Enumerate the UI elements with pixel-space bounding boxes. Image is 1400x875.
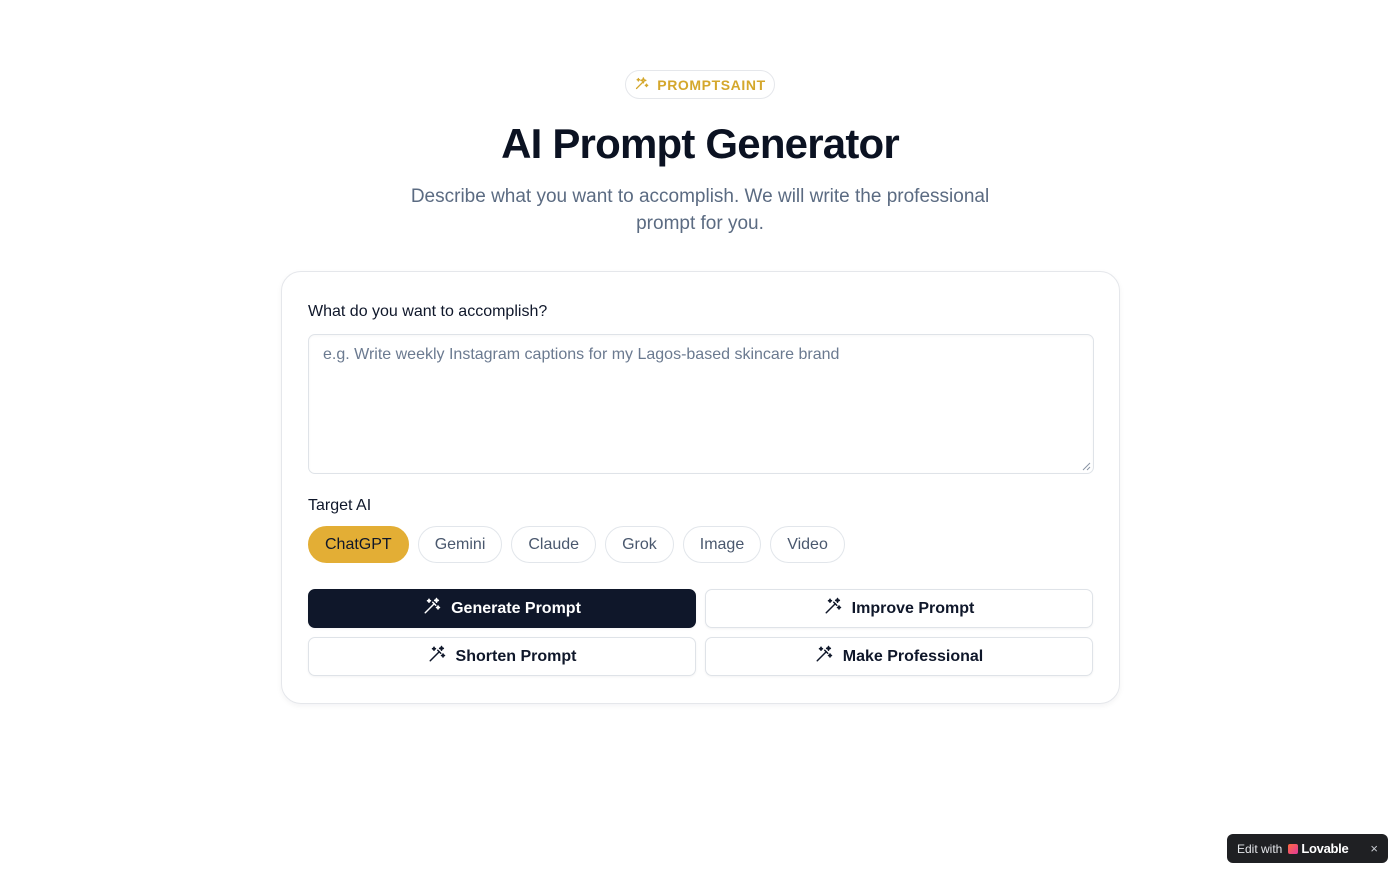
brand-badge-label: PROMPTSAINT	[657, 76, 766, 93]
magic-wand-icon	[423, 597, 441, 620]
brand-badge: PROMPTSAINT	[625, 70, 775, 99]
magic-wand-icon	[815, 645, 833, 668]
shorten-prompt-button[interactable]: Shorten Prompt	[308, 637, 696, 676]
page: PROMPTSAINT AI Prompt Generator Describe…	[0, 0, 1400, 875]
lovable-prefix: Edit with	[1237, 841, 1283, 856]
improve-prompt-button[interactable]: Improve Prompt	[705, 589, 1093, 628]
target-image-chip[interactable]: Image	[682, 526, 762, 563]
magic-wand-icon	[824, 597, 842, 620]
edit-with-lovable-badge[interactable]: Edit with Lovable ×	[1227, 834, 1388, 863]
resize-handle-icon[interactable]	[1081, 461, 1091, 471]
target-grok-chip[interactable]: Grok	[605, 526, 674, 563]
make-professional-label: Make Professional	[842, 647, 984, 665]
lovable-logo-icon	[1288, 843, 1299, 854]
target-claude-chip[interactable]: Claude	[511, 526, 597, 563]
target-ai-options: ChatGPT Gemini Claude Grok Image Video	[308, 526, 845, 563]
improve-prompt-label: Improve Prompt	[851, 599, 975, 617]
lovable-brand-label: Lovable	[1301, 841, 1349, 856]
target-ai-label: Target AI	[308, 497, 372, 514]
goal-label: What do you want to accomplish?	[308, 303, 548, 320]
make-professional-button[interactable]: Make Professional	[705, 637, 1093, 676]
lovable-brand: Lovable	[1288, 841, 1349, 856]
page-subtitle: Describe what you want to accomplish. We…	[410, 186, 990, 234]
close-icon[interactable]: ×	[1370, 841, 1378, 856]
target-gemini-chip[interactable]: Gemini	[417, 526, 503, 563]
prompt-card: What do you want to accomplish? Target A…	[281, 271, 1120, 704]
target-chatgpt-chip[interactable]: ChatGPT	[308, 526, 409, 563]
goal-textarea[interactable]	[308, 334, 1094, 474]
generate-prompt-label: Generate Prompt	[451, 599, 581, 617]
target-video-chip[interactable]: Video	[770, 526, 845, 563]
sparkles-icon	[634, 76, 649, 94]
generate-prompt-button[interactable]: Generate Prompt	[308, 589, 696, 628]
page-title: AI Prompt Generator	[501, 120, 900, 167]
magic-wand-icon	[428, 645, 446, 668]
shorten-prompt-label: Shorten Prompt	[455, 647, 577, 665]
